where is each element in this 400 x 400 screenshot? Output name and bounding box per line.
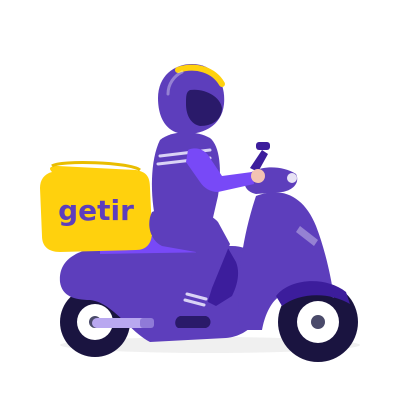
scooter-courier-illustration: getir	[40, 64, 360, 362]
shoe-icon	[175, 316, 211, 328]
delivery-box-icon: getir	[40, 161, 152, 252]
delivery-scene: getir	[0, 0, 400, 400]
hand-icon	[251, 169, 265, 183]
brand-logo-text: getir	[58, 194, 134, 227]
helmet-icon	[158, 64, 225, 134]
headlight-icon	[287, 173, 297, 183]
